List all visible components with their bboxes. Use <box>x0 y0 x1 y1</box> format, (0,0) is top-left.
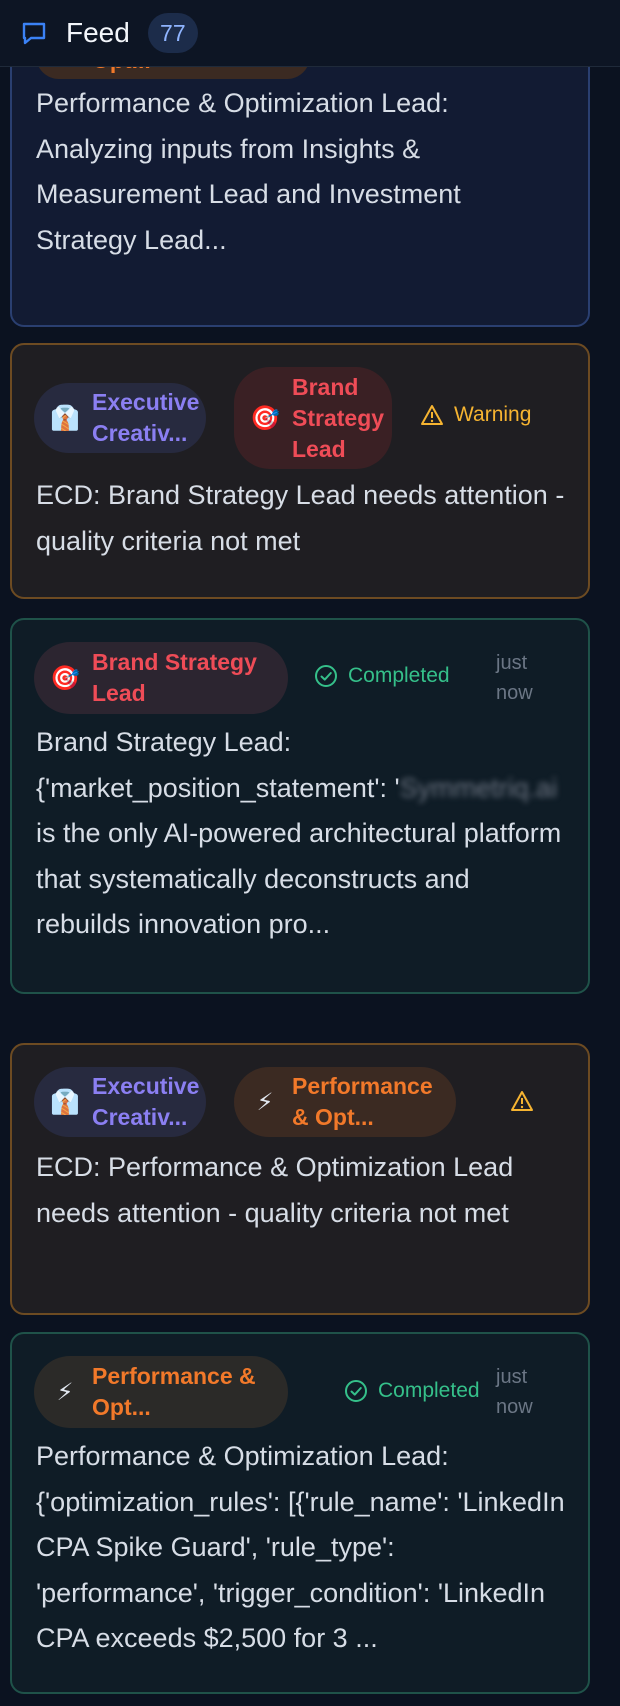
warning-icon <box>511 1091 533 1111</box>
feed-card-completed[interactable]: ⚡ Performance & Opt... Completed just now … <box>10 1332 590 1694</box>
card-message: Brand Strategy Lead: {'market_position_s… <box>36 727 562 940</box>
status-warning: Warning <box>420 403 531 427</box>
agent-tag-executive[interactable]: 👔 Executive Creativ... <box>34 383 206 453</box>
agent-tag-brand-strategy[interactable]: 🎯 Brand Strategy Lead <box>234 367 392 469</box>
redacted-name: Symmetriq.ai <box>399 772 558 803</box>
status-warning <box>510 1090 534 1112</box>
agent-tag-partial[interactable]: Opt... <box>36 67 310 79</box>
target-icon: 🎯 <box>50 664 80 692</box>
warning-icon <box>421 405 443 425</box>
check-circle-icon <box>315 665 337 687</box>
timestamp: just now <box>496 1366 533 1418</box>
feed-list[interactable]: Opt... Performance & Optimization Lead: … <box>0 67 620 1706</box>
feed-count-badge: 77 <box>147 13 198 53</box>
check-circle-icon <box>345 1380 367 1402</box>
necktie-icon: 👔 <box>50 404 80 432</box>
timestamp: just now <box>496 652 533 704</box>
target-icon: 🎯 <box>250 404 280 432</box>
card-message: Performance & Optimization Lead: {'optim… <box>36 1441 565 1654</box>
feed-card-info[interactable]: Opt... Performance & Optimization Lead: … <box>10 67 590 327</box>
card-message: ECD: Performance & Optimization Lead nee… <box>36 1152 514 1228</box>
chat-bubble-icon <box>20 18 50 48</box>
agent-tag-performance[interactable]: ⚡ Performance & Opt... <box>34 1356 288 1428</box>
agent-tag-brand-strategy[interactable]: 🎯 Brand Strategy Lead <box>34 642 288 714</box>
card-message: Performance & Optimization Lead: Analyzi… <box>36 88 461 255</box>
feed-title: Feed <box>66 17 130 48</box>
feed-header: Feed 77 <box>0 0 620 67</box>
lightning-icon: ⚡ <box>56 1378 74 1406</box>
lightning-icon: ⚡ <box>256 1088 274 1116</box>
agent-tag-performance[interactable]: ⚡ Performance & Opt... <box>234 1067 456 1137</box>
feed-card-warning[interactable]: 👔 Executive Creativ... 🎯 Brand Strategy Lea… <box>10 343 590 599</box>
card-message: ECD: Brand Strategy Lead needs attention… <box>36 480 565 556</box>
agent-tag-executive[interactable]: 👔 Executive Creativ... <box>34 1067 206 1137</box>
status-completed: Completed <box>314 664 450 688</box>
status-completed: Completed <box>344 1379 480 1403</box>
necktie-icon: 👔 <box>50 1088 80 1116</box>
feed-card-completed[interactable]: 🎯 Brand Strategy Lead Completed just now B… <box>10 618 590 994</box>
feed-card-warning[interactable]: 👔 Executive Creativ... ⚡ Performance & Opt… <box>10 1043 590 1315</box>
